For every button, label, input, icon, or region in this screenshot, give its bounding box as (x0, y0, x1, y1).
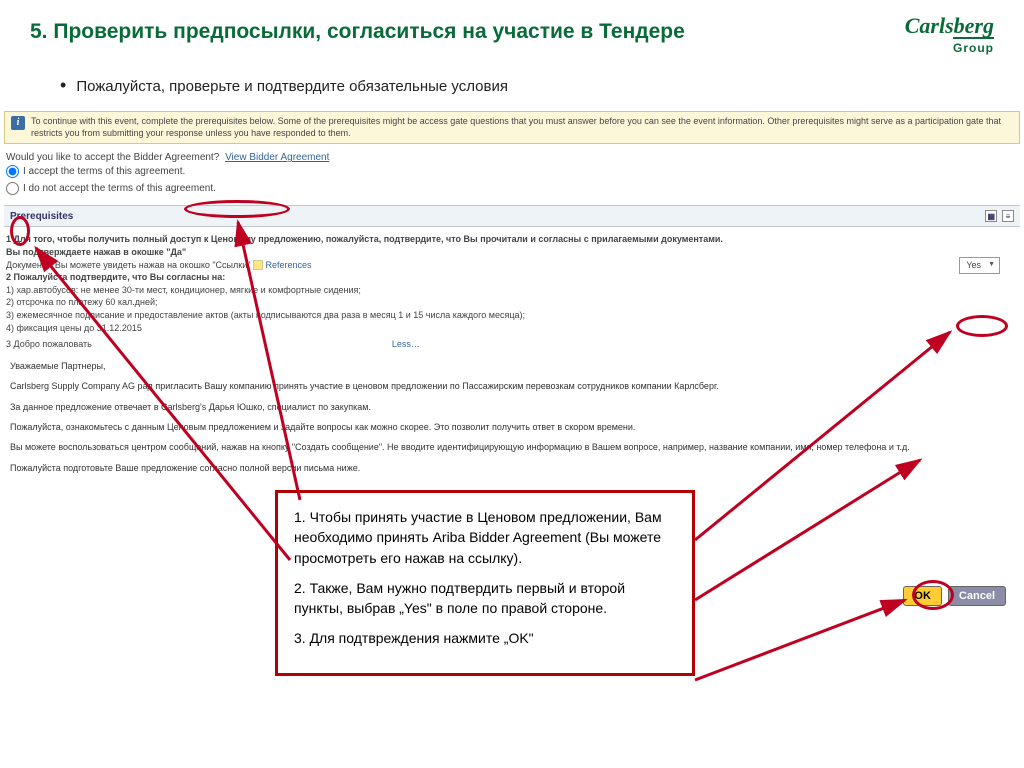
references-link[interactable]: References (265, 260, 311, 270)
radio-decline-label: I do not accept the terms of this agreem… (23, 183, 216, 194)
letter-p4: Пожалуйста, ознакомьтесь с данным Ценовы… (10, 420, 1014, 434)
radio-accept[interactable]: I accept the terms of this agreement. (4, 163, 1020, 180)
prerequisites-body: 1 Для того, чтобы получить полный доступ… (4, 227, 1020, 350)
letter-p1: Уважаемые Партнеры, (10, 359, 1014, 373)
letter-p6: Пожалуйста подготовьте Ваше предложение … (10, 461, 1014, 475)
intro-bullet: Пожалуйста, проверьте и подтвердите обяз… (0, 67, 1024, 106)
menu-icon[interactable]: ≡ (1002, 210, 1014, 222)
callout-step-3: 3. Для подтвреждения нажмите „OK" (294, 628, 676, 648)
letter-p3: За данное предложение отвечает в Carlsbe… (10, 400, 1014, 414)
prereq-sub-3: 3) ежемесячное подписание и предоставлен… (6, 309, 1018, 322)
prereq-item-2: 2 Пожалуйста подтвердите, что Вы согласн… (6, 271, 1018, 284)
brand-logo: Carlsberg Group (905, 13, 994, 57)
folder-icon[interactable] (253, 260, 263, 270)
prereq-item-1: 1 Для того, чтобы получить полный доступ… (6, 233, 1018, 246)
info-banner: i To continue with this event, complete … (4, 111, 1020, 144)
instruction-callout: 1. Чтобы принять участие в Ценовом предл… (275, 490, 695, 676)
less-link[interactable]: Less… (392, 339, 420, 349)
cancel-button[interactable]: Cancel (948, 586, 1006, 606)
ariba-screenshot: i To continue with this event, complete … (4, 111, 1020, 489)
prereq-sub-1: 1) хар.автобусов: не менее 30-ти мест, к… (6, 284, 1018, 297)
docs-hint: Документы Вы можете увидеть нажав на око… (6, 260, 250, 270)
radio-decline-input[interactable] (6, 182, 19, 195)
logo-sub: Group (953, 37, 994, 55)
letter-p2: Carlsberg Supply Company AG рад пригласи… (10, 379, 1014, 393)
callout-step-2: 2. Также, Вам нужно подтвердить первый и… (294, 578, 676, 619)
section-tool-icons: ▦ ≡ (983, 210, 1014, 222)
letter-p5: Вы можете воспользоваться центром сообще… (10, 440, 1014, 454)
info-text: To continue with this event, complete th… (31, 116, 1013, 139)
radio-accept-label: I accept the terms of this agreement. (23, 166, 185, 177)
prerequisites-header: Prerequisites ▦ ≡ (4, 205, 1020, 227)
grid-icon[interactable]: ▦ (985, 210, 997, 222)
ok-button[interactable]: OK (903, 586, 942, 606)
callout-step-1: 1. Чтобы принять участие в Ценовом предл… (294, 507, 676, 568)
yes-dropdown[interactable]: Yes (959, 257, 1000, 274)
radio-accept-input[interactable] (6, 165, 19, 178)
prereq-sub-2: 2) отсрочка по платежу 60 кал.дней; (6, 296, 1018, 309)
prereq-sub-4: 4) фиксация цены до 31.12.2015 (6, 322, 1018, 335)
agreement-question: Would you like to accept the Bidder Agre… (6, 152, 219, 163)
prereq-item-3: 3 Добро пожаловать (6, 339, 92, 349)
logo-main: Carlsberg (905, 13, 994, 39)
prereq-item-1b: Вы подтверждаете нажав в окошке "Да" (6, 246, 1018, 259)
page-title: 5. Проверить предпосылки, согласиться на… (30, 18, 685, 45)
prerequisites-label: Prerequisites (10, 211, 73, 222)
radio-decline[interactable]: I do not accept the terms of this agreem… (4, 180, 1020, 197)
info-icon: i (11, 116, 25, 130)
view-bidder-agreement-link[interactable]: View Bidder Agreement (225, 152, 329, 163)
welcome-letter: Уважаемые Партнеры, Carlsberg Supply Com… (4, 351, 1020, 489)
